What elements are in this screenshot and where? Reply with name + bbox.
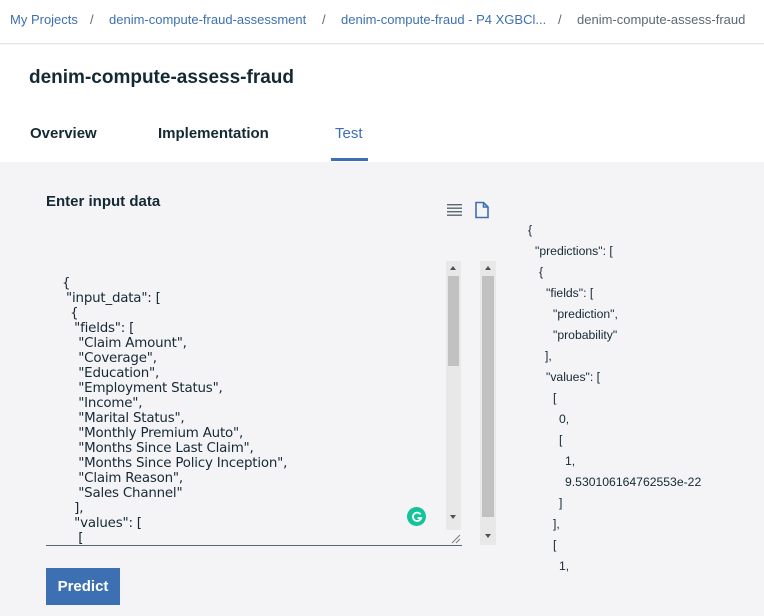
breadcrumb-item-project[interactable]: denim-compute-fraud-assessment bbox=[109, 12, 306, 27]
prediction-output: { "predictions": [ { "fields": [ "predic… bbox=[510, 220, 760, 590]
scroll-up-arrow-icon[interactable] bbox=[485, 266, 491, 270]
resize-grip-icon[interactable] bbox=[449, 532, 461, 544]
predict-button[interactable]: Predict bbox=[46, 568, 120, 605]
tab-overview[interactable]: Overview bbox=[30, 125, 97, 142]
output-line: ], bbox=[553, 517, 560, 531]
breadcrumb-item-model[interactable]: denim-compute-fraud - P4 XGBCl... bbox=[341, 12, 546, 27]
scroll-down-arrow-icon[interactable] bbox=[485, 534, 491, 538]
scroll-up-arrow-icon[interactable] bbox=[450, 266, 456, 270]
tab-test[interactable]: Test bbox=[335, 125, 363, 142]
active-tab-indicator bbox=[331, 158, 368, 161]
list-icon[interactable] bbox=[446, 201, 464, 219]
breadcrumb-item-current: denim-compute-assess-fraud bbox=[577, 12, 746, 27]
output-line: "values": [ bbox=[546, 370, 601, 384]
breadcrumb-item-my-projects[interactable]: My Projects bbox=[10, 12, 78, 27]
output-line: { bbox=[528, 223, 533, 237]
grammarly-icon[interactable] bbox=[407, 507, 426, 526]
output-line: "prediction", bbox=[553, 307, 618, 321]
section-title: Enter input data bbox=[46, 193, 161, 210]
file-icon[interactable] bbox=[473, 201, 491, 219]
tab-implementation[interactable]: Implementation bbox=[158, 125, 269, 142]
output-line: [ bbox=[553, 538, 557, 552]
output-line: 9.530106164762553e-22 bbox=[565, 475, 702, 489]
input-data-text: { "input_data": [ { "fields": [ "Claim A… bbox=[62, 276, 288, 546]
breadcrumb: My Projects / denim-compute-fraud-assess… bbox=[0, 0, 764, 44]
output-line: { bbox=[539, 265, 544, 279]
output-line: [ bbox=[553, 391, 557, 405]
editor-scrollbar-thumb[interactable] bbox=[448, 276, 459, 366]
input-data-textarea[interactable]: { "input_data": [ { "fields": [ "Claim A… bbox=[46, 260, 462, 546]
output-line: 1, bbox=[559, 559, 570, 573]
breadcrumb-separator: / bbox=[322, 12, 326, 27]
output-line: [ bbox=[559, 433, 563, 447]
output-line: "predictions": [ bbox=[535, 244, 613, 258]
output-line: "probability" bbox=[553, 328, 618, 342]
output-line: "fields": [ bbox=[546, 286, 594, 300]
breadcrumb-separator: / bbox=[558, 12, 562, 27]
output-line: ] bbox=[559, 496, 563, 510]
output-line: ], bbox=[545, 349, 552, 363]
output-line: 0, bbox=[559, 412, 570, 426]
scroll-down-arrow-icon[interactable] bbox=[450, 515, 456, 519]
page-title: denim-compute-assess-fraud bbox=[29, 67, 295, 88]
page-header: denim-compute-assess-fraud Overview Impl… bbox=[0, 45, 764, 162]
output-line: 1, bbox=[565, 454, 576, 468]
breadcrumb-separator: / bbox=[90, 12, 94, 27]
output-scrollbar-thumb[interactable] bbox=[482, 276, 494, 517]
